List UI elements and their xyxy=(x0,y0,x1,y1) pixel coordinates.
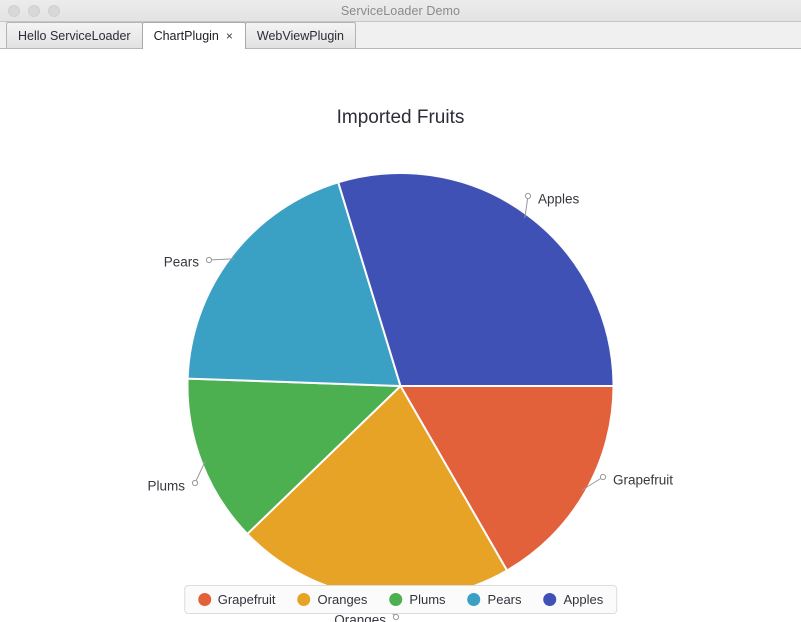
leader-dot-plums xyxy=(191,479,199,487)
tab-label: WebViewPlugin xyxy=(256,28,344,43)
legend-item-grapefruit[interactable]: Grapefruit xyxy=(197,592,276,607)
legend-label: Oranges xyxy=(317,592,368,607)
pie-label-pears: Pears xyxy=(164,255,200,270)
tab-bar: Hello ServiceLoader ChartPlugin × WebVie… xyxy=(0,22,801,49)
chart-panel: Imported Fruits Grapefruit Oranges Plums Pe… xyxy=(0,49,801,622)
application-window: ServiceLoader Demo Hello ServiceLoader C… xyxy=(0,0,801,622)
legend-label: Plums xyxy=(409,592,446,607)
leader-dot-apples xyxy=(524,192,532,200)
tab-label: ChartPlugin xyxy=(153,29,219,43)
leader-line-plums xyxy=(194,460,206,484)
chart-legend: Grapefruit Oranges Plums Pears Apples xyxy=(183,585,618,614)
legend-swatch-icon xyxy=(389,593,403,606)
legend-item-oranges[interactable]: Oranges xyxy=(297,592,368,607)
pie-chart: Grapefruit Oranges Plums Pears Apples xyxy=(0,49,801,622)
leader-dot-grapefruit xyxy=(599,473,607,481)
legend-swatch-icon xyxy=(543,593,557,606)
tab-hello-serviceloader[interactable]: Hello ServiceLoader xyxy=(6,22,143,48)
title-bar: ServiceLoader Demo xyxy=(0,0,801,22)
legend-item-plums[interactable]: Plums xyxy=(389,592,446,607)
legend-swatch-icon xyxy=(197,593,211,606)
close-window-button[interactable] xyxy=(8,4,20,17)
tab-webviewplugin[interactable]: WebViewPlugin xyxy=(244,22,356,48)
legend-item-pears[interactable]: Pears xyxy=(467,592,522,607)
leader-dot-pears xyxy=(205,256,213,264)
pie-label-plums: Plums xyxy=(147,479,185,494)
legend-item-apples[interactable]: Apples xyxy=(543,592,604,607)
leader-dot-oranges xyxy=(392,613,400,621)
legend-label: Apples xyxy=(563,592,604,607)
legend-label: Pears xyxy=(487,592,522,607)
legend-swatch-icon xyxy=(297,593,311,606)
tab-chartplugin[interactable]: ChartPlugin × xyxy=(141,22,246,49)
pie-label-grapefruit: Grapefruit xyxy=(613,473,673,488)
window-title: ServiceLoader Demo xyxy=(340,3,461,18)
legend-swatch-icon xyxy=(467,593,481,606)
tab-label: Hello ServiceLoader xyxy=(18,28,131,43)
pie-slices xyxy=(186,172,615,600)
pie-label-apples: Apples xyxy=(538,192,580,207)
maximize-window-button[interactable] xyxy=(48,4,60,17)
minimize-window-button[interactable] xyxy=(28,4,40,17)
legend-label: Grapefruit xyxy=(217,592,276,607)
pie-chart-svg: Grapefruit Oranges Plums Pears Apples xyxy=(147,172,673,622)
close-icon[interactable]: × xyxy=(225,30,234,42)
window-controls xyxy=(8,0,60,21)
